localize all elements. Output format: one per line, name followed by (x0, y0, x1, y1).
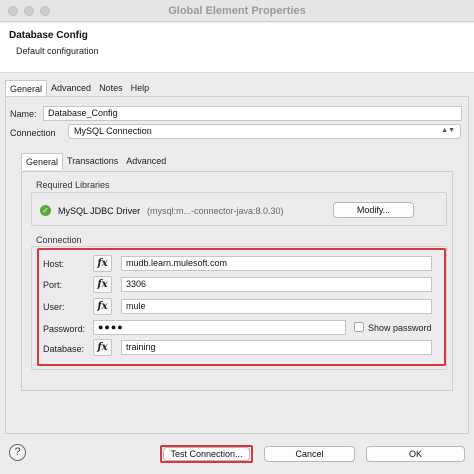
help-icon[interactable]: ? (9, 444, 26, 461)
database-label: Database: (43, 344, 85, 354)
test-connection-button[interactable]: Test Connection... (163, 447, 250, 461)
password-field[interactable]: ●●●● (93, 320, 346, 335)
fx-expression-port-button[interactable]: fx (93, 276, 112, 293)
tab-general[interactable]: General (5, 80, 48, 97)
ok-button[interactable]: OK (366, 446, 465, 462)
database-field[interactable]: training (121, 340, 432, 355)
chevron-updown-icon: ▲▼ (441, 127, 455, 134)
inner-tab-transactions[interactable]: Transactions (63, 153, 122, 170)
show-password-label: Show password (368, 323, 432, 333)
port-label: Port: (43, 280, 63, 290)
cancel-button[interactable]: Cancel (264, 446, 355, 462)
name-label: Name: (10, 109, 37, 119)
fx-expression-host-button[interactable]: fx (93, 255, 112, 272)
password-label: Password: (43, 324, 86, 334)
user-field[interactable]: mule (121, 299, 432, 314)
header-title: Database Config (9, 30, 88, 41)
name-field[interactable]: Database_Config (43, 106, 462, 121)
required-libraries-label: Required Libraries (36, 180, 110, 190)
connection-group-label: Connection (36, 235, 82, 245)
window-title: Global Element Properties (168, 5, 306, 17)
inner-tab-advanced[interactable]: Advanced (122, 153, 170, 170)
tab-notes[interactable]: Notes (95, 80, 127, 97)
tab-help[interactable]: Help (127, 80, 154, 97)
connection-label: Connection (10, 128, 56, 138)
driver-name: MySQL JDBC Driver (58, 206, 141, 216)
header-subtitle: Default configuration (16, 46, 99, 56)
port-field[interactable]: 3306 (121, 277, 432, 292)
connection-select-value: MySQL Connection (74, 126, 152, 136)
show-password-checkbox[interactable] (354, 322, 364, 332)
fx-expression-user-button[interactable]: fx (93, 298, 112, 315)
fx-expression-database-button[interactable]: fx (93, 339, 112, 356)
inner-tab-general[interactable]: General (21, 153, 64, 170)
check-circle-icon: ✓ (40, 205, 51, 216)
modify-button[interactable]: Modify... (333, 202, 414, 218)
user-label: User: (43, 302, 65, 312)
driver-detail: (mysql:m...-connector-java:8.0.30) (147, 206, 284, 216)
inner-tabs: General Transactions Advanced (21, 153, 170, 171)
host-label: Host: (43, 259, 65, 269)
tab-advanced[interactable]: Advanced (47, 80, 95, 97)
connection-select[interactable]: MySQL Connection ▲▼ (68, 124, 461, 139)
window-titlebar: Global Element Properties (0, 0, 474, 22)
host-field[interactable]: mudb.learn.mulesoft.com (121, 256, 432, 271)
main-tabs: General Advanced Notes Help (5, 80, 153, 97)
dialog-header: Database Config Default configuration (0, 23, 474, 73)
